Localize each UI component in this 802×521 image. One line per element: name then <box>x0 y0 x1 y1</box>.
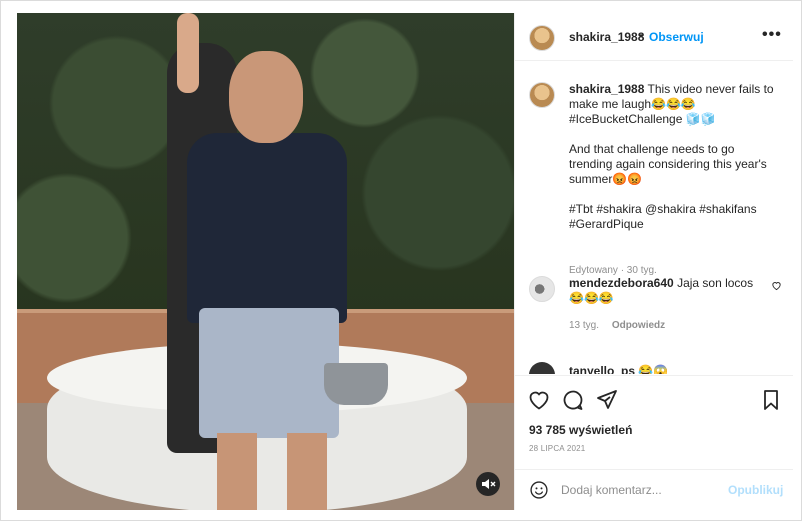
reply-button[interactable]: Odpowiedz <box>612 320 665 331</box>
avatar[interactable] <box>529 82 555 108</box>
post-video[interactable] <box>17 13 514 510</box>
video-person-front <box>187 133 347 323</box>
avatar[interactable] <box>529 276 555 302</box>
comment-time: 13 tyg. <box>569 320 600 331</box>
post-actions <box>515 375 793 423</box>
emoji-smile-icon[interactable] <box>529 480 549 500</box>
avatar[interactable] <box>529 362 555 374</box>
comment-username[interactable]: mendezdebora640 <box>569 276 674 290</box>
more-horizontal-icon[interactable]: ••• <box>762 26 782 44</box>
heart-outline-icon[interactable] <box>771 280 782 294</box>
comment-input[interactable] <box>561 478 731 502</box>
caption-edited-time: Edytowany · 30 tyg. <box>569 265 657 276</box>
follow-button[interactable]: Obserwuj <box>649 30 704 44</box>
comment-username[interactable]: tanyello_ps <box>569 364 635 374</box>
header-username[interactable]: shakira_1988 <box>569 30 644 44</box>
post-date[interactable]: 28 LIPCA 2021 <box>529 444 585 453</box>
paper-plane-icon[interactable] <box>595 388 619 412</box>
heart-outline-icon[interactable] <box>527 388 551 412</box>
caption-hashtags[interactable]: #Tbt #shakira @shakira #shakifans #Gerar… <box>569 202 779 232</box>
video-bucket <box>324 363 388 405</box>
views-count[interactable]: 93 785 wyświetleń <box>529 423 632 437</box>
post-comment-button[interactable]: Opublikuj <box>728 483 783 497</box>
comment-text: 😂😱 <box>638 364 669 374</box>
bookmark-icon[interactable] <box>759 388 783 412</box>
add-comment-bar: Opublikuj <box>515 469 793 510</box>
speaker-muted-icon[interactable] <box>476 472 500 496</box>
post-modal: shakira_1988 • Obserwuj ••• shakira_1988… <box>0 0 802 521</box>
caption-username[interactable]: shakira_1988 <box>569 82 644 96</box>
avatar[interactable] <box>529 25 555 51</box>
post-side-panel: shakira_1988 • Obserwuj ••• shakira_1988… <box>514 13 793 510</box>
comment-bubble-icon[interactable] <box>561 388 585 412</box>
caption-line-2: And that challenge needs to go trending … <box>569 142 767 186</box>
post-header: shakira_1988 • Obserwuj ••• <box>515 13 793 61</box>
header-separator: • <box>639 29 644 43</box>
comments-list[interactable]: shakira_1988 This video never fails to m… <box>515 62 793 374</box>
